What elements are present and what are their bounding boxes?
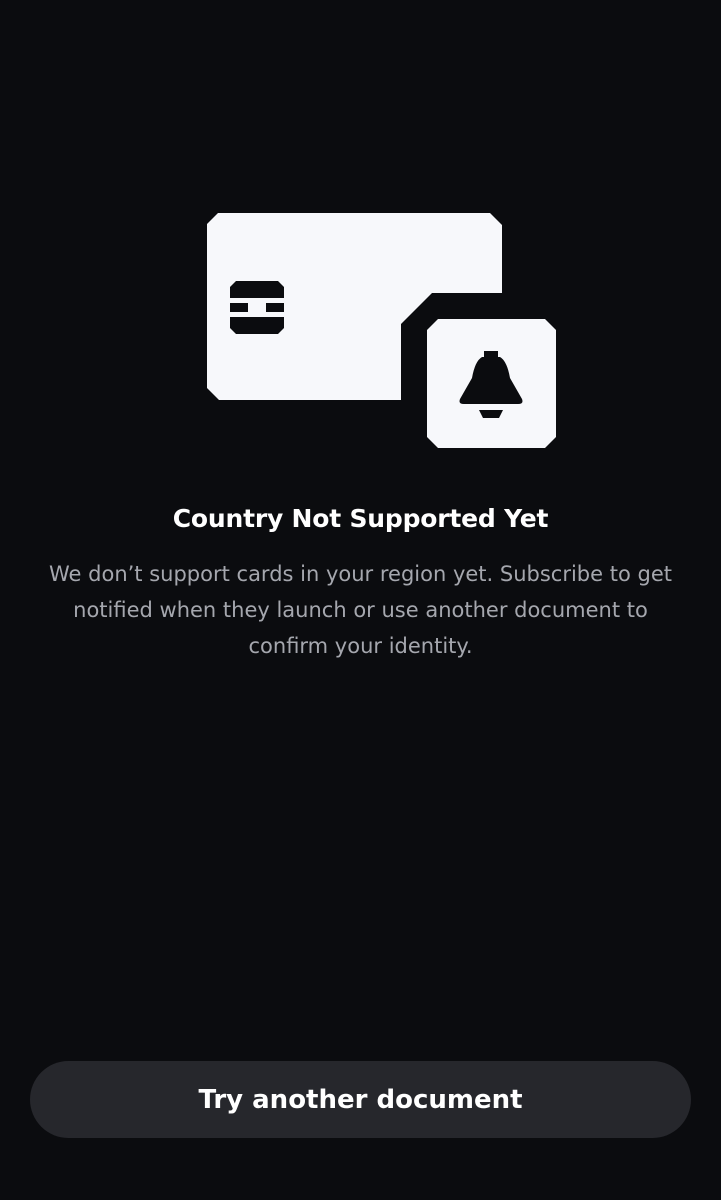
page-title: Country Not Supported Yet — [172, 504, 549, 533]
unsupported-card-illustration — [207, 213, 556, 448]
try-another-document-button[interactable]: Try another document — [30, 1061, 691, 1138]
unsupported-country-screen: Country Not Supported Yet We don’t suppo… — [0, 0, 721, 1200]
card-chip-icon — [230, 281, 284, 334]
status-message: We don’t support cards in your region ye… — [49, 562, 672, 658]
bell-icon — [427, 319, 556, 448]
